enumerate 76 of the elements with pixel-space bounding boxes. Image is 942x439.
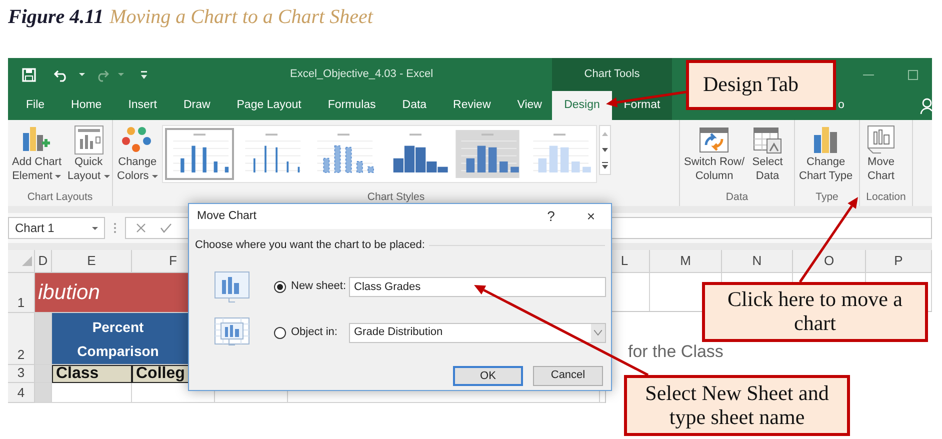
ribbon-tab[interactable]: Draw (177, 91, 216, 120)
enter-icon[interactable] (160, 223, 172, 233)
row-header[interactable]: 3 (8, 365, 35, 383)
row-header[interactable]: 2 (8, 313, 35, 365)
dialog-prompt: Choose where you want the chart to be placed: (195, 238, 425, 253)
ribbon-button[interactable]: Add Chart Element (10, 123, 64, 183)
name-box[interactable]: Chart 1 (8, 217, 105, 239)
option-label[interactable]: Object in: (291, 324, 349, 341)
column-header[interactable]: P (866, 250, 932, 273)
select-all-icon (22, 256, 32, 266)
group-label: Location (866, 191, 906, 204)
ribbon-button[interactable]: Move Chart (862, 123, 900, 183)
dialog-title: Move Chart (197, 208, 258, 224)
radio-button[interactable] (274, 326, 286, 338)
radio-button[interactable] (274, 280, 286, 292)
callout-tooltip: Click here to move a chart (702, 282, 928, 342)
column-header[interactable]: N (722, 250, 793, 273)
ribbon-tab[interactable]: Review (447, 91, 497, 120)
sheet-cell[interactable]: Class (52, 365, 132, 383)
close-button[interactable]: × (571, 204, 611, 229)
sheet-name-field[interactable]: Class Grades (349, 276, 606, 296)
group-label: Chart Layouts (27, 191, 93, 204)
ribbon-button[interactable]: Quick Layout (66, 123, 112, 183)
ribbon-button[interactable]: Change Colors (115, 123, 160, 183)
customize-icon[interactable] (140, 70, 148, 80)
sheet-cell[interactable] (52, 383, 132, 403)
chart-style-thumbnail[interactable] (164, 128, 234, 180)
grip-icon (113, 222, 117, 234)
ribbon-button[interactable]: Change Chart Type (797, 123, 855, 183)
maximize-icon[interactable] (908, 70, 918, 80)
figure-title: Moving a Chart to a Chart Sheet (110, 5, 373, 30)
group-label: Type (816, 191, 838, 204)
quick-layout-icon (72, 123, 106, 155)
chart-sheet-icon (213, 270, 251, 304)
column-header[interactable]: O (793, 250, 866, 273)
ribbon-tab[interactable]: Design (552, 91, 612, 120)
sheet-cell[interactable] (35, 313, 52, 365)
caret-icon (79, 73, 85, 76)
ribbon-tab[interactable]: File (20, 91, 51, 120)
sheet-cell[interactable] (35, 383, 52, 403)
figure-number: Figure 4.11 (8, 5, 104, 30)
ribbon-tab[interactable]: Formulas (322, 91, 382, 120)
ribbon-button[interactable]: Switch Row/ Column (682, 123, 747, 183)
option-label[interactable]: New sheet: (291, 278, 349, 295)
sheet-cell[interactable] (35, 365, 52, 383)
ribbon-tab[interactable]: Data (396, 91, 433, 120)
row-header[interactable]: 4 (8, 383, 35, 403)
caret-icon (118, 73, 124, 76)
dialog-button[interactable]: Cancel (533, 366, 603, 386)
chevron-down-icon (594, 330, 602, 336)
row-header[interactable]: 1 (8, 273, 35, 313)
person-icon[interactable] (920, 98, 932, 114)
ribbon-tab[interactable]: Page Layout (230, 91, 308, 120)
window-title: Excel_Objective_4.03 - Excel (290, 67, 434, 82)
chart-title: for the Class (628, 341, 724, 363)
ribbon-tab[interactable]: Insert (122, 91, 163, 120)
context-group-label: Chart Tools (552, 58, 672, 91)
dialog-button[interactable]: OK (453, 366, 523, 386)
callout-tooltip: Select New Sheet and type sheet name (624, 375, 850, 436)
ribbon-tab[interactable]: Home (65, 91, 108, 120)
caret-icon (92, 226, 98, 230)
tell-me-text[interactable]: o (838, 96, 844, 114)
column-header[interactable]: M (650, 250, 722, 273)
chart-style-thumbnail[interactable] (452, 128, 522, 180)
group-label: Chart Styles (367, 191, 425, 204)
sheet-dropdown[interactable]: Grade Distribution (349, 322, 606, 342)
ribbon-tab[interactable]: View (511, 91, 548, 120)
group-label: Data (726, 191, 748, 204)
help-button[interactable]: ? (531, 204, 571, 229)
column-header[interactable]: E (52, 250, 132, 273)
select-all-button[interactable] (8, 250, 35, 273)
column-header[interactable]: D (35, 250, 52, 273)
callout-tooltip: Design Tab (686, 60, 836, 110)
ribbon-button[interactable]: Select Data (748, 123, 787, 183)
cancel-icon[interactable] (136, 223, 146, 233)
save-icon[interactable] (22, 68, 36, 82)
